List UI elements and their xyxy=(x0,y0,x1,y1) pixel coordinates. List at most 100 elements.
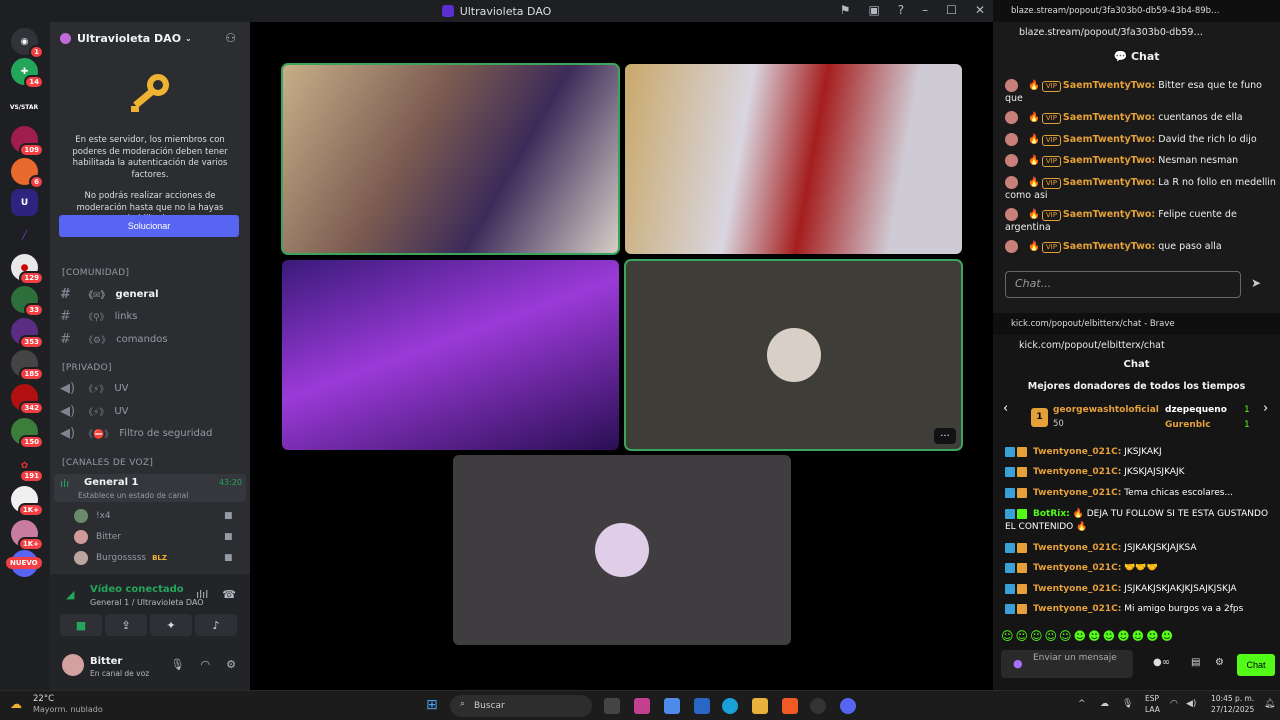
server-icon[interactable]: 109 xyxy=(11,126,44,157)
language-layout[interactable]: LAA xyxy=(1145,705,1160,714)
weather-icon[interactable]: ☁ xyxy=(10,697,22,711)
server-icon[interactable]: 342 xyxy=(11,384,44,415)
browser-tab[interactable]: blaze.stream/popout/3fa303b0-db59-43b4-8… xyxy=(993,0,1280,22)
chat-username[interactable]: Twentyone_021C: xyxy=(1033,488,1121,498)
video-tile[interactable] xyxy=(625,64,962,254)
tray-chevron-icon[interactable]: ^ xyxy=(1078,699,1086,709)
chat-username[interactable]: Twentyone_021C: xyxy=(1033,563,1121,573)
clock-time[interactable]: 10:45 p. m. xyxy=(1211,694,1254,703)
noise-suppression-icon[interactable]: ılıl xyxy=(196,588,208,601)
soundboard-button[interactable]: ♪ xyxy=(195,614,237,636)
discord-icon[interactable] xyxy=(840,698,856,714)
emote-bar[interactable]: ☺☺☺☺☺☻☻☻☻☻☻☻ xyxy=(1001,629,1175,643)
category-voz[interactable]: [CANALES DE VOZ] xyxy=(62,458,153,468)
address-bar[interactable]: kick.com/popout/elbitterx/chat xyxy=(993,335,1280,355)
channel-general[interactable]: # 《✉》 general xyxy=(54,284,246,304)
edge-icon[interactable] xyxy=(722,698,738,714)
donor-name[interactable]: georgewashtoloficial xyxy=(1053,405,1159,415)
channel-links[interactable]: # 《⚲》 links xyxy=(54,306,246,326)
activities-button[interactable]: ✦ xyxy=(150,614,192,636)
language[interactable]: ESP xyxy=(1145,694,1159,703)
voice-status[interactable]: Vídeo conectado xyxy=(90,584,184,595)
chat-username[interactable]: BotRix: xyxy=(1033,509,1070,519)
notification-icon[interactable]: 🔔︎ xyxy=(1264,699,1275,709)
donor-name[interactable]: dzepequeno xyxy=(1165,405,1227,415)
chevron-left-icon[interactable]: ‹ xyxy=(1003,401,1008,416)
browser-tab[interactable]: kick.com/popout/elbitterx/chat - Brave xyxy=(993,313,1280,335)
new-badge[interactable]: NUEVO xyxy=(6,557,42,569)
server-header[interactable]: Ultravioleta DAO ⌄ ⚇ xyxy=(50,22,250,54)
voice-channel-general-1[interactable]: ılı General 1 43:20 Establece un estado … xyxy=(54,474,246,502)
more-options-button[interactable]: ··· xyxy=(934,428,956,444)
store-icon[interactable]: ▤ xyxy=(1191,657,1200,668)
chat-username[interactable]: Twentyone_021C: xyxy=(1033,543,1121,553)
microphone-icon[interactable]: 🎙︎ xyxy=(1122,699,1133,709)
screen-share-button[interactable]: ⇪ xyxy=(105,614,147,636)
voice-user[interactable]: Bitter ■ xyxy=(74,528,233,546)
microphone-icon[interactable]: ● xyxy=(1013,657,1023,670)
category-privado[interactable]: [PRIVADO] xyxy=(62,363,112,373)
app-icon[interactable] xyxy=(634,698,650,714)
chat-username[interactable]: Twentyone_021C: xyxy=(1033,584,1121,594)
server-icon[interactable]: VS/STAR xyxy=(10,94,38,121)
windows-start-icon[interactable]: ⊞ xyxy=(426,697,438,713)
video-tile[interactable] xyxy=(282,260,619,450)
video-tile[interactable]: ··· xyxy=(624,259,963,451)
task-view-icon[interactable] xyxy=(604,698,620,714)
screen-icon[interactable]: ▣ xyxy=(868,3,879,17)
chat-username[interactable]: Twentyone_021C: xyxy=(1033,467,1121,477)
inbox-icon[interactable]: ⚑ xyxy=(840,3,851,17)
channel-uv[interactable]: ◀) 《⚡》 UV xyxy=(54,378,246,398)
chat-username[interactable]: SaemTwentyTwo: xyxy=(1063,80,1155,91)
server-icon[interactable]: 353 xyxy=(11,318,44,349)
direct-messages-button[interactable]: ◉ 1 xyxy=(11,28,44,59)
category-comunidad[interactable]: [COMUNIDAD] xyxy=(62,268,129,278)
solve-button[interactable]: Solucionar xyxy=(59,215,239,237)
chat-username[interactable]: SaemTwentyTwo: xyxy=(1063,241,1155,252)
camera-button[interactable]: ■ xyxy=(60,614,102,636)
donor-name[interactable]: Gurenblc xyxy=(1165,420,1211,430)
store-icon[interactable] xyxy=(694,698,710,714)
video-tile[interactable] xyxy=(281,63,620,255)
server-ultravioleta[interactable]: U xyxy=(11,189,38,216)
channel-uv[interactable]: ◀) 《⚡》 UV xyxy=(54,401,246,421)
server-icon[interactable]: ● 129 xyxy=(11,254,44,285)
help-icon[interactable]: ? xyxy=(898,3,904,17)
chat-username[interactable]: SaemTwentyTwo: xyxy=(1063,177,1155,188)
settings-gear-icon[interactable]: ⚙ xyxy=(226,658,236,671)
send-icon[interactable]: ➤ xyxy=(1251,276,1261,290)
user-name[interactable]: Bitter xyxy=(90,656,122,667)
chat-username[interactable]: SaemTwentyTwo: xyxy=(1063,155,1155,166)
file-explorer-icon[interactable] xyxy=(752,698,768,714)
server-icon[interactable]: 1K+ xyxy=(11,486,44,517)
volume-icon[interactable]: ◀) xyxy=(1186,699,1196,709)
brave-icon[interactable] xyxy=(782,698,798,714)
video-tile[interactable] xyxy=(453,455,791,645)
chat-username[interactable]: Twentyone_021C: xyxy=(1033,447,1121,457)
chat-username[interactable]: Twentyone_021C: xyxy=(1033,604,1121,614)
weather-temp[interactable]: 22°C xyxy=(33,694,54,704)
taskbar-search[interactable]: Buscar xyxy=(450,695,592,717)
cloud-icon[interactable]: ☁ xyxy=(1100,699,1109,709)
chat-send-button[interactable]: Chat xyxy=(1237,654,1275,676)
voice-user[interactable]: Burgosssss BLZ ■ xyxy=(74,549,233,567)
invite-people-icon[interactable]: ⚇ xyxy=(225,31,236,45)
settings-gear-icon[interactable]: ⚙ xyxy=(1215,657,1224,668)
headphones-icon[interactable]: ◠ xyxy=(201,658,211,671)
server-icon[interactable]: 150 xyxy=(11,418,44,449)
server-icon[interactable]: ╱ xyxy=(11,222,38,249)
chevron-right-icon[interactable]: › xyxy=(1263,401,1268,416)
server-icon[interactable]: 33 xyxy=(11,286,44,317)
chat-input[interactable]: Chat... xyxy=(1005,271,1241,298)
voice-user[interactable]: !x4 ■ xyxy=(74,507,233,525)
maximize-icon[interactable]: ☐ xyxy=(946,3,957,17)
close-icon[interactable]: ✕ xyxy=(975,3,985,17)
chat-username[interactable]: SaemTwentyTwo: xyxy=(1063,112,1155,123)
chat-username[interactable]: SaemTwentyTwo: xyxy=(1063,134,1155,145)
microphone-icon[interactable]: 🎙︎ xyxy=(171,658,185,671)
points-icon[interactable]: ●∞ xyxy=(1153,657,1170,668)
channel-comandos[interactable]: # 《⚙》 comandos xyxy=(54,329,246,349)
server-icon[interactable]: ✚ 14 xyxy=(11,58,44,89)
server-icon[interactable]: 1K+ xyxy=(11,520,44,551)
disconnect-icon[interactable]: ☎ xyxy=(222,588,236,601)
